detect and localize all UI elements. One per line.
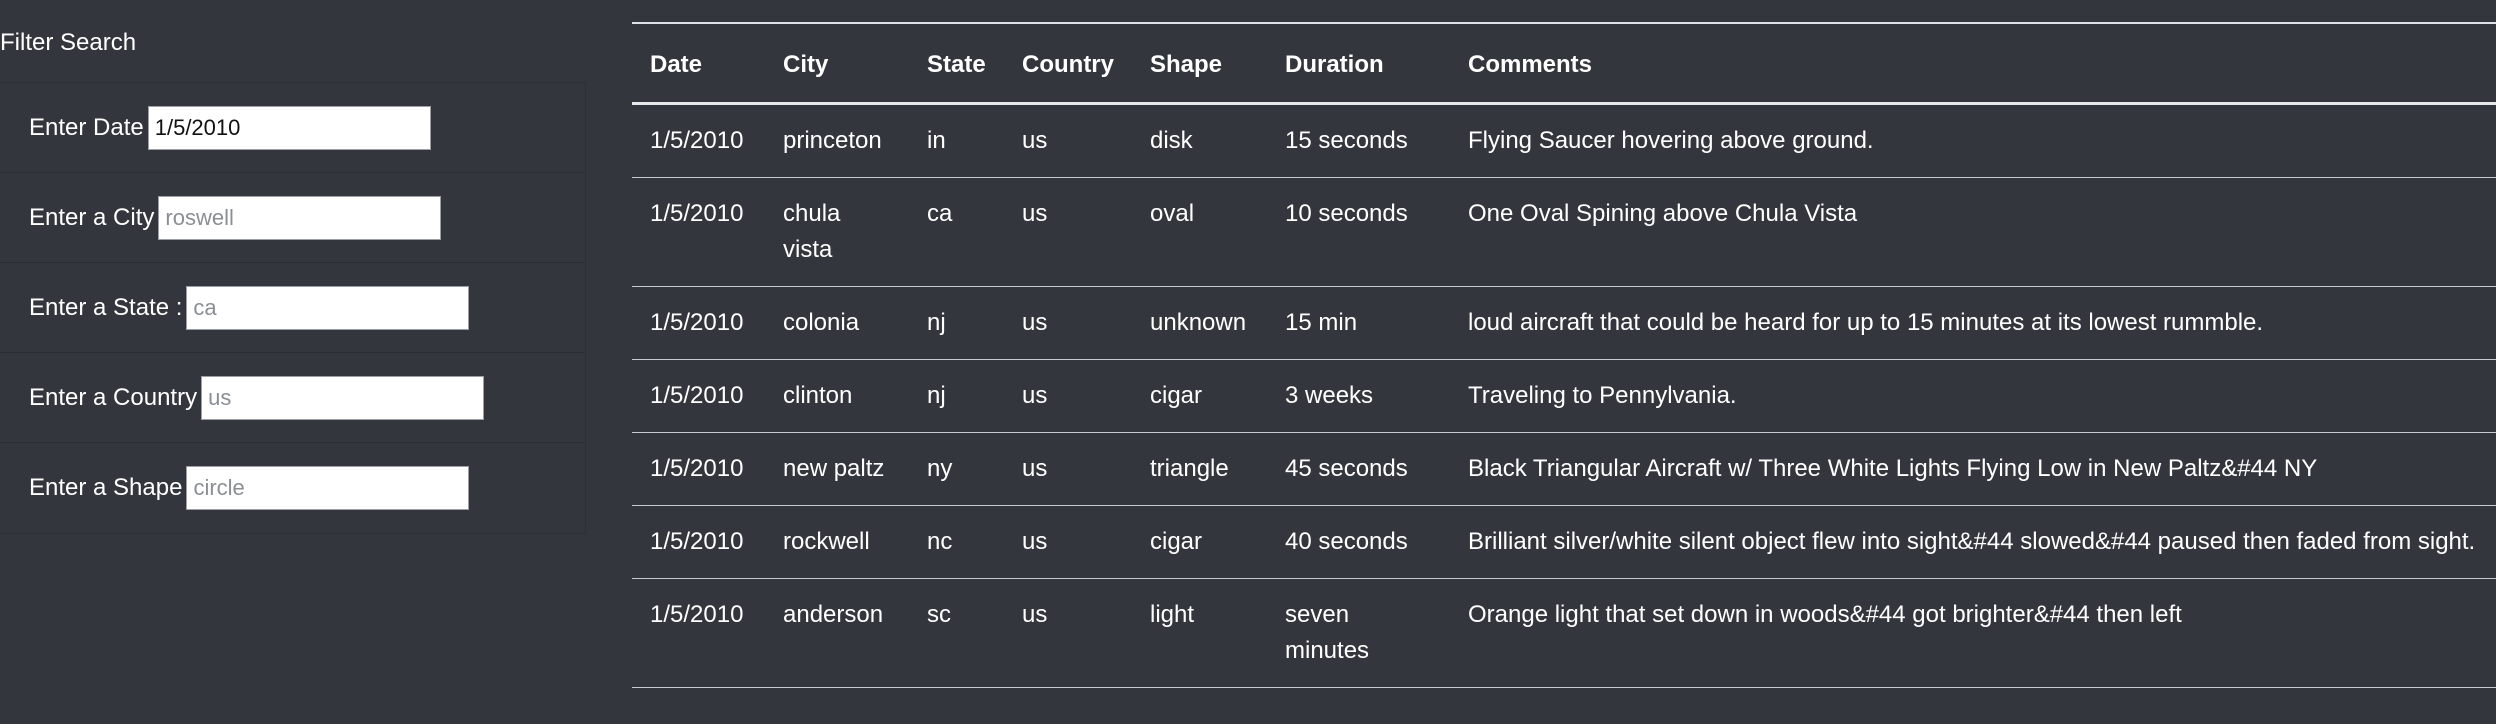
- cell-shape: oval: [1132, 177, 1267, 287]
- cell-comments: Flying Saucer hovering above ground.: [1450, 103, 2496, 178]
- cell-duration: 40 seconds: [1267, 505, 1450, 579]
- filter-title: Filter Search: [0, 29, 137, 56]
- cell-shape: triangle: [1132, 432, 1267, 506]
- cell-duration: 3 weeks: [1267, 359, 1450, 433]
- cell-city: anderson: [765, 578, 909, 688]
- cell-comments: Brilliant silver/white silent object fle…: [1450, 505, 2496, 579]
- cell-shape: cigar: [1132, 359, 1267, 433]
- cell-country: us: [1004, 359, 1132, 433]
- shape-input[interactable]: [186, 466, 470, 510]
- header-date: Date: [632, 23, 765, 105]
- city-input[interactable]: [158, 195, 442, 240]
- cell-duration: 15 min: [1267, 286, 1450, 360]
- table-row: 1/5/2010 anderson sc us light seven minu…: [632, 578, 2496, 688]
- results-table-container: Date City State Country Shape Duration C…: [632, 22, 2496, 688]
- table-row: 1/5/2010 rockwell nc us cigar 40 seconds…: [632, 505, 2496, 579]
- date-input[interactable]: [147, 105, 431, 150]
- date-label: Enter Date: [29, 113, 144, 141]
- cell-date: 1/5/2010: [632, 359, 765, 433]
- filter-item-city: Enter a City: [0, 173, 585, 263]
- filter-item-state: Enter a State :: [0, 263, 585, 353]
- filter-list: Enter Date Enter a City Enter a State : …: [0, 82, 586, 534]
- cell-shape: unknown: [1132, 286, 1267, 360]
- city-label: Enter a City: [29, 203, 155, 231]
- cell-comments: Black Triangular Aircraft w/ Three White…: [1450, 432, 2496, 506]
- header-city: City: [765, 23, 909, 105]
- cell-shape: light: [1132, 578, 1267, 688]
- cell-city: clinton: [765, 359, 909, 433]
- cell-comments: loud aircraft that could be heard for up…: [1450, 286, 2496, 360]
- cell-duration: 15 seconds: [1267, 103, 1450, 178]
- table-row: 1/5/2010 colonia nj us unknown 15 min lo…: [632, 286, 2496, 360]
- table-header-row: Date City State Country Shape Duration C…: [632, 23, 2496, 105]
- country-input[interactable]: [201, 375, 485, 420]
- cell-city: rockwell: [765, 505, 909, 579]
- cell-state: nj: [909, 286, 1004, 360]
- ufo-sightings-page: Filter Search Enter Date Enter a City En…: [0, 0, 2496, 724]
- cell-state: ny: [909, 432, 1004, 506]
- header-country: Country: [1004, 23, 1132, 105]
- cell-country: us: [1004, 578, 1132, 688]
- cell-date: 1/5/2010: [632, 286, 765, 360]
- cell-state: sc: [909, 578, 1004, 688]
- filter-item-date: Enter Date: [0, 83, 585, 173]
- cell-city: chula vista: [765, 177, 909, 287]
- cell-duration: 10 seconds: [1267, 177, 1450, 287]
- filter-item-country: Enter a Country: [0, 353, 585, 443]
- header-comments: Comments: [1450, 23, 2496, 105]
- table-row: 1/5/2010 princeton in us disk 15 seconds…: [632, 103, 2496, 178]
- cell-state: in: [909, 103, 1004, 178]
- table-row: 1/5/2010 chula vista ca us oval 10 secon…: [632, 177, 2496, 287]
- cell-state: nc: [909, 505, 1004, 579]
- cell-country: us: [1004, 505, 1132, 579]
- cell-comments: Traveling to Pennylvania.: [1450, 359, 2496, 433]
- cell-city: princeton: [765, 103, 909, 178]
- header-duration: Duration: [1267, 23, 1450, 105]
- cell-duration: 45 seconds: [1267, 432, 1450, 506]
- cell-city: new paltz: [765, 432, 909, 506]
- filter-item-shape: Enter a Shape: [0, 443, 585, 533]
- shape-label: Enter a Shape: [29, 474, 183, 501]
- header-shape: Shape: [1132, 23, 1267, 105]
- cell-comments: Orange light that set down in woods&#44 …: [1450, 578, 2496, 688]
- table-body: 1/5/2010 princeton in us disk 15 seconds…: [632, 103, 2496, 688]
- cell-shape: cigar: [1132, 505, 1267, 579]
- cell-state: nj: [909, 359, 1004, 433]
- cell-duration: seven minutes: [1267, 578, 1450, 688]
- state-label: Enter a State :: [29, 293, 183, 321]
- cell-city: colonia: [765, 286, 909, 360]
- cell-date: 1/5/2010: [632, 103, 765, 178]
- cell-date: 1/5/2010: [632, 432, 765, 506]
- table-row: 1/5/2010 new paltz ny us triangle 45 sec…: [632, 432, 2496, 506]
- results-table: Date City State Country Shape Duration C…: [632, 22, 2496, 688]
- cell-comments: One Oval Spining above Chula Vista: [1450, 177, 2496, 287]
- table-row: 1/5/2010 clinton nj us cigar 3 weeks Tra…: [632, 359, 2496, 433]
- cell-date: 1/5/2010: [632, 505, 765, 579]
- state-input[interactable]: [186, 285, 470, 330]
- cell-country: us: [1004, 177, 1132, 287]
- cell-date: 1/5/2010: [632, 578, 765, 688]
- country-label: Enter a Country: [29, 383, 198, 411]
- cell-state: ca: [909, 177, 1004, 287]
- cell-country: us: [1004, 286, 1132, 360]
- cell-shape: disk: [1132, 103, 1267, 178]
- header-state: State: [909, 23, 1004, 105]
- cell-country: us: [1004, 103, 1132, 178]
- cell-date: 1/5/2010: [632, 177, 765, 287]
- cell-country: us: [1004, 432, 1132, 506]
